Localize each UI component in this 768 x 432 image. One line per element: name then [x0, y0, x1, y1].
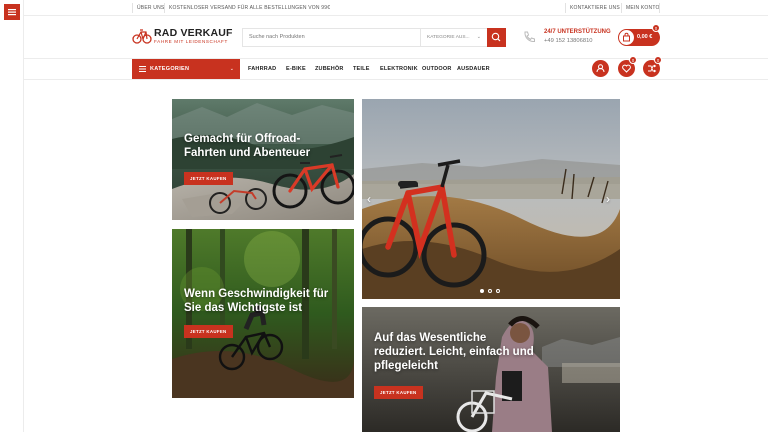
cart-button[interactable]: 0,00 € 0 — [618, 24, 660, 46]
banner-offroad[interactable]: Gemacht für Offroad-Fahrten und Abenteue… — [172, 99, 354, 220]
banner-speed-button[interactable]: JETZT KAUFEN — [184, 325, 233, 338]
support-info: 24/7 UNTERSTÜTZUNG +49 152 13806810 — [522, 28, 612, 48]
slider-dot[interactable] — [488, 289, 492, 293]
banner-essential-button[interactable]: JETZT KAUFEN — [374, 386, 423, 399]
contact-link[interactable]: KONTAKTIERE UNS — [570, 0, 620, 16]
search-icon — [491, 32, 501, 42]
header: RAD VERKAUF FAHRE MIT LEIDENSCHAFT KATEG… — [24, 16, 768, 58]
chevron-down-icon: ⌄ — [229, 66, 234, 72]
categories-label: KATEGORIEN — [150, 66, 190, 72]
hero-slider[interactable]: ‹ › — [362, 99, 620, 299]
chevron-right-icon[interactable]: › — [606, 193, 610, 205]
side-menu-button[interactable] — [4, 4, 20, 20]
compare-button[interactable]: 0 — [643, 56, 662, 77]
hamburger-icon — [8, 9, 16, 16]
account-button[interactable] — [592, 60, 609, 77]
main-navigation: KATEGORIEN ⌄ FAHRRAD E-BIKE ZUBEHÖR TEIL… — [24, 56, 768, 80]
slider-dot-active[interactable] — [480, 289, 484, 293]
logo-name: RAD VERKAUF — [154, 27, 233, 39]
nav-item-outdoor[interactable]: OUTDOOR — [422, 59, 452, 79]
categories-button[interactable]: KATEGORIEN ⌄ — [132, 59, 240, 79]
nav-item-fahrrad[interactable]: FAHRRAD — [248, 59, 276, 79]
banner-speed[interactable]: Wenn Geschwindigkeit für Sie das Wichtig… — [172, 229, 354, 398]
support-title: 24/7 UNTERSTÜTZUNG — [544, 29, 611, 35]
divider — [621, 3, 622, 13]
cart-icon-circle — [619, 30, 634, 45]
banner-offroad-button[interactable]: JETZT KAUFEN — [184, 172, 233, 185]
category-select[interactable]: KATEGORIE AUS... ⌄ — [420, 29, 486, 46]
nav-item-elektronik[interactable]: ELEKTRONIK — [380, 59, 418, 79]
wishlist-count-badge: 0 — [629, 56, 637, 64]
divider — [565, 3, 566, 13]
search-button[interactable] — [487, 28, 506, 47]
side-panel — [0, 0, 24, 432]
slider-dots — [480, 289, 504, 293]
nav-item-teile[interactable]: TEILE — [353, 59, 370, 79]
nav-item-e-bike[interactable]: E-BIKE — [286, 59, 306, 79]
support-phone[interactable]: +49 152 13806810 — [544, 38, 593, 44]
banner-speed-title: Wenn Geschwindigkeit für Sie das Wichtig… — [184, 288, 329, 314]
cart-count-badge: 0 — [652, 24, 660, 32]
phone-icon — [524, 31, 535, 43]
chevron-left-icon[interactable]: ‹ — [367, 193, 371, 205]
nav-item-zubehoer[interactable]: ZUBEHÖR — [315, 59, 344, 79]
logo-tagline: FAHRE MIT LEIDENSCHAFT — [154, 39, 228, 44]
chevron-down-icon: ⌄ — [476, 34, 481, 40]
hamburger-icon — [139, 66, 146, 72]
compare-count-badge: 0 — [654, 56, 662, 64]
account-link[interactable]: MEIN KONTO — [626, 0, 660, 16]
hero-bike-image — [362, 99, 620, 299]
divider — [659, 3, 660, 13]
banner-offroad-title: Gemacht für Offroad-Fahrten und Abenteue… — [184, 133, 311, 159]
shipping-notice: KOSTENLOSER VERSAND FÜR ALLE BESTELLUNGE… — [169, 5, 331, 11]
shopping-bag-icon — [623, 32, 630, 42]
bicycle-logo-icon — [132, 29, 152, 44]
logo[interactable]: RAD VERKAUF FAHRE MIT LEIDENSCHAFT — [132, 26, 232, 50]
category-select-value: KATEGORIE AUS... — [427, 35, 470, 40]
cart-total: 0,00 € — [637, 34, 653, 40]
about-link[interactable]: ÜBER UNS — [137, 0, 164, 16]
banner-essential[interactable]: Auf das Wesentliche reduziert. Leicht, e… — [362, 307, 620, 432]
divider — [164, 3, 165, 13]
top-bar: ÜBER UNS KOSTENLOSER VERSAND FÜR ALLE BE… — [24, 0, 768, 16]
divider — [132, 3, 133, 13]
search-input[interactable] — [249, 29, 417, 46]
nav-item-ausdauer[interactable]: AUSDAUER — [457, 59, 490, 79]
wishlist-button[interactable]: 0 — [618, 56, 637, 77]
banner-essential-title: Auf das Wesentliche reduziert. Leicht, e… — [374, 332, 534, 372]
user-icon — [596, 64, 605, 73]
slider-dot[interactable] — [496, 289, 500, 293]
search-bar: KATEGORIE AUS... ⌄ — [242, 28, 506, 47]
